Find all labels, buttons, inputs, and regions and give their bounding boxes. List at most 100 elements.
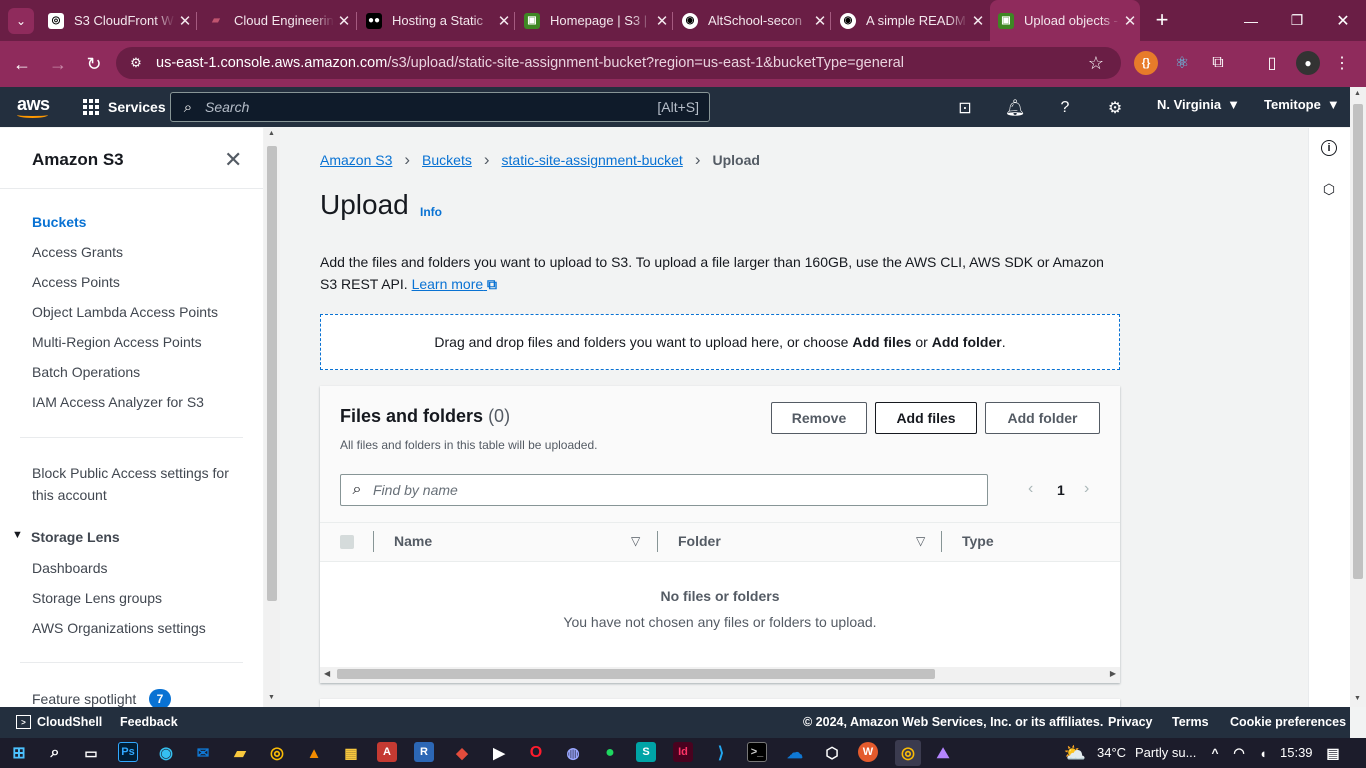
weather-icon[interactable]: ⛅ — [1064, 742, 1086, 764]
media-player-icon[interactable]: ▶ — [488, 742, 510, 764]
close-tab-icon[interactable]: ✕ — [175, 12, 195, 30]
settings-gear-icon[interactable]: ⚙ — [1103, 96, 1127, 120]
close-tab-icon[interactable]: ✕ — [334, 12, 354, 30]
prev-page-icon[interactable]: ‹ — [1028, 480, 1033, 498]
forward-icon[interactable]: → — [44, 50, 72, 78]
nav-section-storage-lens[interactable]: Storage Lens — [31, 526, 120, 548]
chrome-icon[interactable]: ◎ — [266, 742, 288, 764]
weather-description[interactable]: Partly su... — [1135, 745, 1196, 760]
photos-icon[interactable]: ⛰ — [932, 742, 954, 764]
clock-time[interactable]: 15:39 — [1280, 745, 1313, 760]
next-page-icon[interactable]: › — [1084, 480, 1089, 498]
services-menu-button[interactable]: Services — [83, 94, 166, 120]
nav-title[interactable]: Amazon S3 — [32, 150, 124, 170]
weather-temp[interactable]: 34°C — [1097, 745, 1126, 760]
terminal-icon[interactable]: >_ — [747, 742, 767, 762]
virtualbox-icon[interactable]: ⬡ — [821, 742, 843, 764]
back-icon[interactable]: ← — [8, 50, 36, 78]
nav-item-multi-region[interactable]: Multi-Region Access Points — [32, 331, 202, 353]
git-icon[interactable]: ◆ — [451, 742, 473, 764]
mail-icon[interactable]: ✉ — [192, 742, 214, 764]
close-window-icon[interactable]: ✕ — [1320, 0, 1366, 41]
task-view-icon[interactable]: ▭ — [80, 742, 102, 764]
close-tab-icon[interactable]: ✕ — [494, 12, 514, 30]
vscode-icon[interactable]: ⟩ — [710, 742, 732, 764]
table-horizontal-scrollbar[interactable]: ◀ ▶ — [320, 667, 1120, 683]
wifi-icon[interactable]: ◠ — [1228, 742, 1250, 764]
column-type[interactable]: Type — [962, 533, 994, 549]
photoshop-icon[interactable]: Ps — [118, 742, 138, 762]
browser-tab[interactable]: ◎ S3 CloudFront W ✕ — [40, 0, 195, 41]
react-devtools-icon[interactable]: ⚛ — [1170, 51, 1194, 75]
select-all-checkbox[interactable] — [340, 535, 354, 549]
close-tab-icon[interactable]: ✕ — [810, 12, 830, 30]
nav-item-iam-access-analyzer[interactable]: IAM Access Analyzer for S3 — [32, 391, 204, 413]
column-folder[interactable]: Folder — [678, 533, 721, 549]
breadcrumb-amazon-s3[interactable]: Amazon S3 — [320, 152, 392, 168]
side-panel-icon[interactable]: ▯ — [1260, 51, 1284, 75]
new-tab-icon[interactable]: + — [1150, 7, 1174, 32]
terms-link[interactable]: Terms — [1172, 715, 1209, 729]
drop-zone[interactable]: Drag and drop files and folders you want… — [320, 314, 1120, 370]
browser-tab[interactable]: ◉ A simple READM ✕ — [832, 0, 988, 41]
remove-button[interactable]: Remove — [771, 402, 867, 434]
tray-chevron-icon[interactable]: ^ — [1204, 742, 1226, 764]
spotify-icon[interactable]: ● — [599, 742, 621, 764]
nav-item-object-lambda[interactable]: Object Lambda Access Points — [32, 301, 218, 323]
acrobat-icon[interactable]: A — [377, 742, 397, 762]
sort-caret-icon[interactable]: ▽ — [631, 534, 640, 548]
notifications-bell-icon[interactable]: 🔔︎ — [1003, 96, 1027, 120]
vlc-icon[interactable]: ▲ — [303, 742, 325, 764]
expand-caret-icon[interactable]: ▼ — [12, 529, 23, 541]
obs-icon[interactable]: ◍ — [562, 742, 584, 764]
indesign-icon[interactable]: Id — [673, 742, 693, 762]
profile-avatar[interactable]: ● — [1296, 51, 1320, 75]
notification-center-icon[interactable]: ▤ — [1322, 742, 1344, 764]
browser-tab[interactable]: ◉ AltSchool-secon ✕ — [674, 0, 830, 41]
find-by-name-input[interactable]: ⌕ Find by name — [340, 474, 988, 506]
breadcrumb-bucket[interactable]: static-site-assignment-bucket — [502, 152, 683, 168]
nav-item-storage-lens-groups[interactable]: Storage Lens groups — [32, 587, 162, 609]
browser-tab-active[interactable]: ▣ Upload objects - ✕ — [990, 0, 1140, 41]
nav-item-access-points[interactable]: Access Points — [32, 271, 120, 293]
volume-icon[interactable]: ◖ — [1252, 742, 1274, 764]
app-s-icon[interactable]: S — [636, 742, 656, 762]
page-number[interactable]: 1 — [1057, 482, 1065, 498]
edge-icon[interactable]: ◉ — [155, 742, 177, 764]
cloudshell-button[interactable]: > CloudShell — [16, 715, 102, 729]
aws-search-input[interactable]: ⌕ Search [Alt+S] — [170, 92, 710, 122]
close-tab-icon[interactable]: ✕ — [968, 12, 988, 30]
json-extension-icon[interactable]: {} — [1134, 51, 1158, 75]
add-folder-button[interactable]: Add folder — [985, 402, 1100, 434]
wps-icon[interactable]: W — [858, 742, 878, 762]
reload-icon[interactable]: ↻ — [80, 50, 108, 78]
column-name[interactable]: Name — [394, 533, 432, 549]
browser-menu-icon[interactable]: ⋮ — [1330, 51, 1354, 75]
address-bar[interactable]: ⚙ us-east-1.console.aws.amazon.com/s3/up… — [116, 47, 1121, 79]
nav-item-block-public-access[interactable]: Block Public Access settings for this ac… — [32, 462, 242, 506]
learn-more-link[interactable]: Learn more ⧉ — [412, 276, 497, 292]
page-scrollbar[interactable]: ▲ ▼ — [1350, 87, 1366, 707]
help-icon[interactable]: ? — [1053, 96, 1077, 120]
help-panel-icon[interactable]: ⬡ — [1319, 179, 1339, 199]
windows-start-icon[interactable]: ⊞ — [8, 742, 30, 764]
feedback-link[interactable]: Feedback — [120, 715, 178, 729]
sort-caret-icon[interactable]: ▽ — [916, 534, 925, 548]
nav-scrollbar[interactable]: ▲ ▼ — [264, 128, 280, 707]
nav-item-access-grants[interactable]: Access Grants — [32, 241, 123, 263]
breadcrumb-buckets[interactable]: Buckets — [422, 152, 472, 168]
onedrive-icon[interactable]: ☁ — [784, 742, 806, 764]
store-icon[interactable]: ▦ — [340, 742, 362, 764]
account-menu[interactable]: Temitope ▼ — [1264, 97, 1340, 112]
close-nav-icon[interactable]: ✕ — [224, 147, 242, 173]
r-icon[interactable]: R — [414, 742, 434, 762]
opera-icon[interactable]: O — [525, 742, 547, 764]
nav-item-dashboards[interactable]: Dashboards — [32, 557, 108, 579]
close-tab-icon[interactable]: ✕ — [1120, 12, 1140, 30]
add-files-button[interactable]: Add files — [875, 402, 977, 434]
nav-item-batch-operations[interactable]: Batch Operations — [32, 361, 140, 383]
browser-tab[interactable]: ▰ Cloud Engineerin ✕ — [198, 0, 354, 41]
browser-tab[interactable]: ●● Hosting a Static ✕ — [358, 0, 514, 41]
tab-search-icon[interactable]: ⌄ — [8, 8, 34, 34]
nav-item-organizations-settings[interactable]: AWS Organizations settings — [32, 617, 206, 639]
